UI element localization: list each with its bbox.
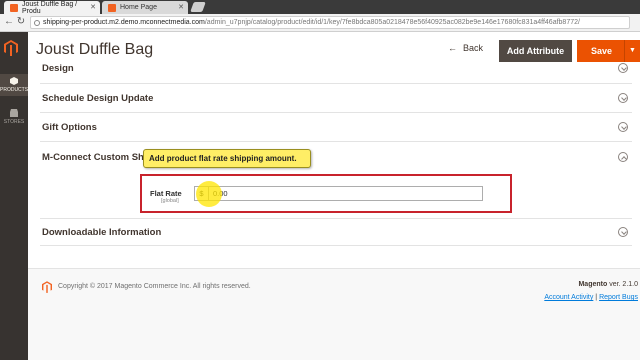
section-title: Downloadable Information [42,227,162,238]
add-attribute-button[interactable]: Add Attribute [499,40,572,62]
browser-tab-bar: Joust Duffle Bag / Produ ✕ Home Page ✕ [0,0,640,15]
section-gift-options[interactable]: Gift Options [40,113,632,142]
report-bugs-link[interactable]: Report Bugs [599,294,638,301]
chevron-down-icon[interactable] [618,63,628,73]
magento-logo-icon [42,281,52,293]
sidebar-item-stores[interactable]: STORES [0,106,28,128]
back-button[interactable]: ← Back [448,43,483,53]
separator: | [595,294,598,301]
tab-close-icon[interactable]: ✕ [178,3,184,11]
save-button[interactable]: Save ▼ [577,40,640,62]
tab-title: Joust Duffle Bag / Produ [22,0,78,15]
section-schedule-design-update[interactable]: Schedule Design Update [40,84,632,113]
section-title: M-Connect Custom Ship [42,152,153,163]
store-icon [10,109,18,117]
chevron-down-icon[interactable]: ▼ [624,40,640,62]
chevron-down-icon[interactable] [618,227,628,237]
account-activity-link[interactable]: Account Activity [544,294,593,301]
chevron-down-icon[interactable] [618,122,628,132]
magento-favicon-icon [10,4,18,12]
copyright-text: Copyright © 2017 Magento Commerce Inc. A… [58,283,251,290]
version-number: ver. 2.1.0 [609,281,638,288]
section-design[interactable]: Design [40,60,632,84]
version-text: Magento ver. 2.1.0 [578,281,638,288]
sidebar-item-label: STORES [3,119,25,125]
flat-rate-input[interactable]: $ 0.00 [194,186,483,201]
tab-title: Home Page [120,4,157,11]
magento-logo-icon[interactable] [4,40,18,56]
sidebar-item-products[interactable]: PRODUCTS [0,74,28,96]
reload-icon[interactable]: ↻ [15,16,27,27]
browser-tab-home[interactable]: Home Page ✕ [102,1,188,14]
back-arrow-icon[interactable]: ← [3,16,15,27]
new-tab-button[interactable] [190,2,206,12]
save-label: Save [591,46,613,56]
section-title: Design [42,63,74,74]
admin-sidebar: PRODUCTS STORES [0,32,28,360]
section-downloadable-information[interactable]: Downloadable Information [40,218,632,246]
cursor-highlight [196,181,222,207]
back-label: Back [463,43,484,53]
brand-name: Magento [578,281,608,288]
info-icon [34,20,40,26]
section-title: Schedule Design Update [42,93,154,104]
tab-close-icon[interactable]: ✕ [90,3,96,11]
arrow-left-icon: ← [448,43,457,53]
browser-tab-product[interactable]: Joust Duffle Bag / Produ ✕ [4,0,100,15]
magento-favicon-icon [108,4,116,12]
page-title: Joust Duffle Bag [36,41,154,58]
sidebar-item-label: PRODUCTS [0,87,29,93]
chevron-down-icon[interactable] [618,93,628,103]
section-title: Gift Options [42,122,97,133]
cube-icon [10,77,18,85]
address-bar: ← ↻ shipping-per-product.m2.demo.mconnec… [0,14,640,32]
url-path: /admin_u7pnjp/catalog/product/edit/id/1/… [204,19,580,26]
tooltip: Add product flat rate shipping amount. [143,149,311,168]
url-input[interactable]: shipping-per-product.m2.demo.mconnectmed… [30,16,630,29]
page-footer: Copyright © 2017 Magento Commerce Inc. A… [28,268,640,360]
url-host: shipping-per-product.m2.demo.mconnectmed… [43,19,205,26]
flat-rate-label: Flat Rate [150,189,182,198]
footer-links: Account Activity | Report Bugs [544,294,638,301]
chevron-up-icon[interactable] [618,152,628,162]
flat-rate-scope: [global] [161,198,179,204]
